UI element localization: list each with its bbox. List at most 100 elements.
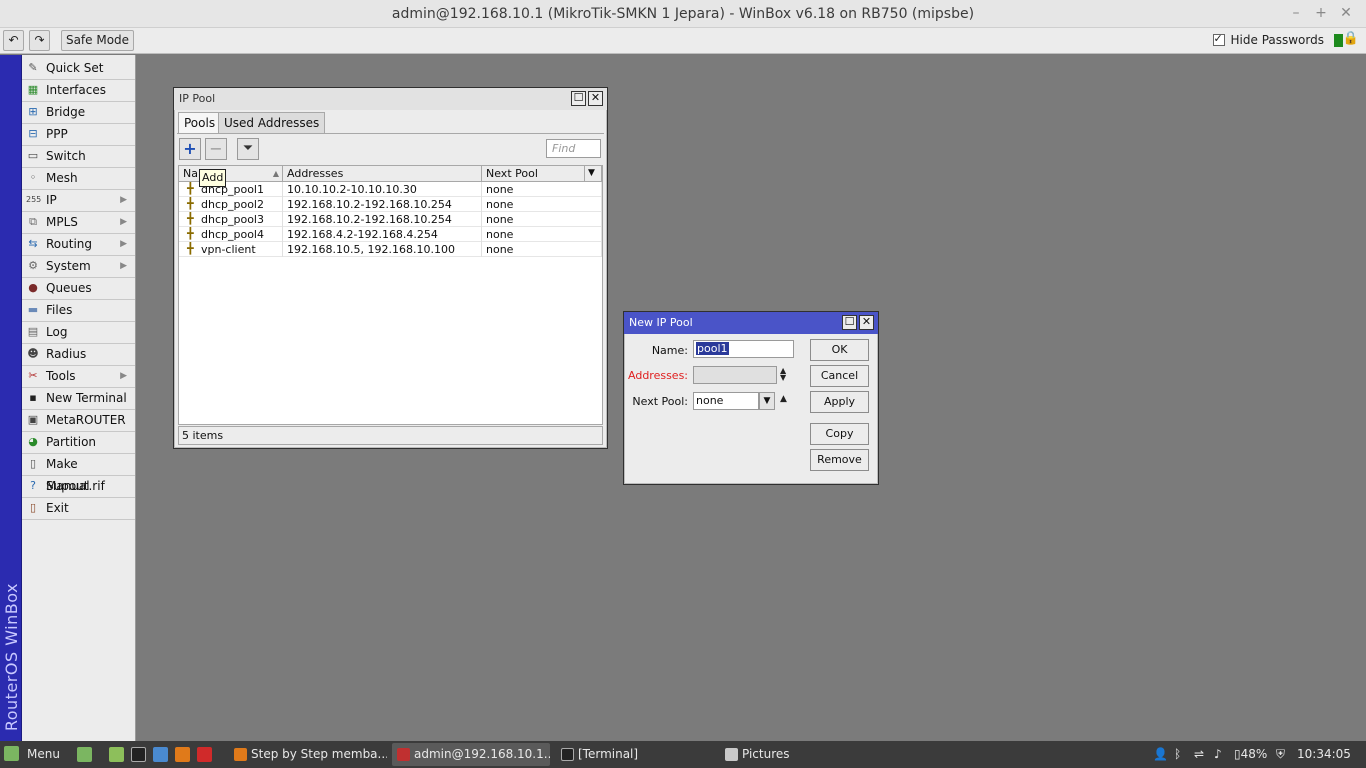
column-chooser-button[interactable]: ▼ <box>585 166 602 182</box>
add-button[interactable]: + <box>179 138 201 160</box>
sidebar-item-metarouter[interactable]: ▣ MetaROUTER <box>22 409 135 431</box>
browser-icon[interactable] <box>153 747 168 762</box>
status-bar: 5 items <box>178 426 603 445</box>
sidebar-item-quick-set[interactable]: ✎ Quick Set <box>22 57 135 79</box>
tab-used-addresses[interactable]: Used Addresses <box>218 112 326 134</box>
close-button[interactable]: ✕ <box>859 315 874 330</box>
minimize-button[interactable]: – <box>1287 4 1305 22</box>
clock[interactable]: 10:34:05 <box>1297 741 1351 768</box>
close-button[interactable]: ✕ <box>1337 4 1355 22</box>
sidebar-item-exit[interactable]: ▯ Exit <box>22 497 135 519</box>
maximize-button[interactable]: ☐ <box>571 91 586 106</box>
table-row[interactable]: ╋ dhcp_pool4 192.168.4.2-192.168.4.254 no… <box>179 227 602 242</box>
remove-button[interactable]: Remove <box>810 449 869 471</box>
table-row[interactable]: ╋ vpn-client 192.168.10.5, 192.168.10.100… <box>179 242 602 257</box>
sidebar-item-files[interactable]: ▬ Files <box>22 299 135 321</box>
redo-icon: ↷ <box>34 33 45 47</box>
hide-passwords-checkbox[interactable]: Hide Passwords <box>1212 32 1324 47</box>
column-header-next-pool[interactable]: Next Pool <box>482 166 585 182</box>
column-header-name[interactable]: Name ▲ <box>179 166 283 182</box>
exit-icon: ▯ <box>29 501 37 514</box>
menu-button[interactable]: Menu <box>4 741 60 768</box>
sidebar-item-label: Radius <box>46 347 87 361</box>
apply-button[interactable]: Apply <box>810 391 869 413</box>
task-pictures[interactable]: Pictures <box>720 743 878 766</box>
sidebar-item-partition[interactable]: ◕ Partition <box>22 431 135 453</box>
sidebar-item-label: System <box>46 259 91 273</box>
maximize-button[interactable]: + <box>1312 4 1330 22</box>
maximize-icon: ☐ <box>844 315 855 328</box>
undo-button[interactable]: ↶ <box>3 30 24 51</box>
gear-icon: ⚙ <box>28 259 38 272</box>
sidebar-item-ip[interactable]: 255 IP ▶ <box>22 189 135 211</box>
safe-mode-button[interactable]: Safe Mode <box>61 30 134 51</box>
ppp-icon: ⊟ <box>28 127 38 140</box>
metarouter-icon: ▣ <box>27 413 39 426</box>
task-terminal[interactable]: [Terminal] <box>556 743 714 766</box>
sidebar-item-routing[interactable]: ⇆ Routing ▶ <box>22 233 135 255</box>
row-next-pool: none <box>482 212 602 227</box>
terminal-icon[interactable] <box>131 747 146 762</box>
find-input[interactable]: Find <box>546 139 601 158</box>
sidebar-item-new-terminal[interactable]: ▪ New Terminal <box>22 387 135 409</box>
sidebar-item-ppp[interactable]: ⊟ PPP <box>22 123 135 145</box>
sidebar-item-label: Interfaces <box>46 83 106 97</box>
row-next-pool: none <box>482 182 602 197</box>
remove-button[interactable]: − <box>205 138 227 160</box>
divider <box>22 519 135 520</box>
show-desktop-icon[interactable] <box>77 747 92 762</box>
addresses-field[interactable] <box>693 366 777 384</box>
add-remove-entry-icon[interactable]: ▲ ▼ <box>780 367 786 382</box>
maximize-button[interactable]: ☐ <box>842 315 857 330</box>
volume-icon[interactable]: ♪ <box>1214 741 1222 768</box>
row-name: dhcp_pool2 <box>201 198 264 211</box>
shield-icon[interactable]: ⛨ <box>1276 741 1285 768</box>
pool-icon: ╋ <box>187 212 194 225</box>
firefox-icon[interactable] <box>175 747 190 762</box>
table-row[interactable]: ╋ dhcp_pool2 192.168.10.2-192.168.10.254 … <box>179 197 602 212</box>
sidebar-item-interfaces[interactable]: ▦ Interfaces <box>22 79 135 101</box>
network-icon[interactable]: ⇌ <box>1194 741 1204 768</box>
table-row[interactable]: ╋ dhcp_pool1 10.10.10.2-10.10.10.30 none <box>179 182 602 197</box>
sidebar-item-make-supout[interactable]: ▯ Make Supout.rif <box>22 453 135 493</box>
user-icon[interactable]: 👤 <box>1153 741 1168 768</box>
next-pool-select[interactable]: none <box>693 392 759 410</box>
close-button[interactable]: ✕ <box>588 91 603 106</box>
partition-icon: ◕ <box>28 435 38 448</box>
sidebar-item-label: Bridge <box>46 105 86 119</box>
sidebar-item-system[interactable]: ⚙ System ▶ <box>22 255 135 277</box>
bluetooth-icon[interactable]: ᛒ <box>1174 741 1181 768</box>
sidebar-item-mesh[interactable]: ◦ Mesh <box>22 167 135 189</box>
sidebar-item-log[interactable]: ▤ Log <box>22 321 135 343</box>
battery-icon: ▯ <box>1234 747 1241 761</box>
column-header-addresses[interactable]: Addresses <box>283 166 482 182</box>
redo-button[interactable]: ↷ <box>29 30 50 51</box>
sidebar-item-bridge[interactable]: ⊞ Bridge <box>22 101 135 123</box>
files-icon[interactable] <box>109 747 124 762</box>
filter-button[interactable]: ⏷ <box>237 138 259 160</box>
sidebar-item-tools[interactable]: ✂ Tools ▶ <box>22 365 135 387</box>
task-firefox[interactable]: Step by Step memba... <box>229 743 387 766</box>
chevron-up-icon[interactable]: ▲ <box>780 394 787 404</box>
vivaldi-icon[interactable] <box>197 747 212 762</box>
tab-pools[interactable]: Pools <box>178 112 222 134</box>
name-field[interactable]: pool1 <box>693 340 794 358</box>
dialog-title: New IP Pool <box>624 312 878 334</box>
sidebar-item-label: Quick Set <box>46 61 104 75</box>
ok-button[interactable]: OK <box>810 339 869 361</box>
bridge-icon: ⊞ <box>28 105 38 118</box>
addresses-label: Addresses: <box>628 369 689 382</box>
table-row[interactable]: ╋ dhcp_pool3 192.168.10.2-192.168.10.254 … <box>179 212 602 227</box>
copy-button[interactable]: Copy <box>810 423 869 445</box>
battery-indicator[interactable]: ▯48% <box>1234 741 1267 768</box>
cancel-button[interactable]: Cancel <box>810 365 869 387</box>
sidebar-item-radius[interactable]: ☻ Radius <box>22 343 135 365</box>
menu-label: Menu <box>27 747 60 761</box>
chevron-down-icon[interactable]: ▼ <box>759 392 775 410</box>
task-winbox[interactable]: admin@192.168.10.1... <box>392 743 550 766</box>
chevron-right-icon: ▶ <box>120 195 127 205</box>
sidebar-item-manual[interactable]: ? Manual <box>22 475 135 497</box>
sidebar-item-mpls[interactable]: ⧉ MPLS ▶ <box>22 211 135 233</box>
sidebar-item-queues[interactable]: ● Queues <box>22 277 135 299</box>
sidebar-item-switch[interactable]: ▭ Switch <box>22 145 135 167</box>
